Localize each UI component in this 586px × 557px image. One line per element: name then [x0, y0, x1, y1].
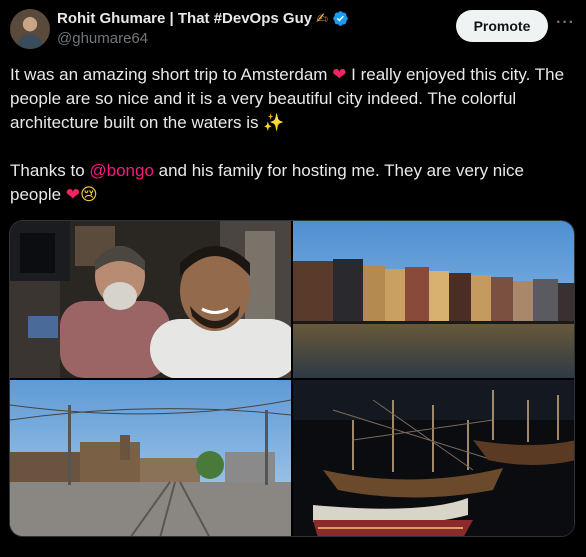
red-heart-emoji: ❤: [65, 185, 81, 205]
author-name-row: Rohit Ghumare | That #DevOps Guy ✍: [57, 10, 349, 27]
tweet-paragraph-1: It was an amazing short trip to Amsterda…: [10, 63, 576, 135]
crying-face-emoji: 😢: [80, 185, 98, 205]
text-segment: It was an amazing short trip to Amsterda…: [10, 65, 333, 84]
more-options-icon[interactable]: ···: [556, 14, 575, 32]
verified-badge-icon: [333, 11, 348, 26]
photo-canal-houses[interactable]: [293, 221, 574, 378]
writing-hand-emoji: ✍: [316, 10, 328, 27]
promote-button[interactable]: Promote: [456, 10, 548, 42]
photo-selfie[interactable]: [10, 221, 291, 378]
photo-tram-street[interactable]: [10, 380, 291, 536]
photo-ship-models[interactable]: [293, 380, 574, 536]
text-segment: Thanks to: [10, 161, 90, 180]
author-handle[interactable]: @ghumare64: [57, 30, 148, 47]
tweet-text: It was an amazing short trip to Amsterda…: [10, 63, 576, 207]
author-display-name[interactable]: Rohit Ghumare | That #DevOps Guy: [57, 10, 312, 27]
mention-link[interactable]: @bongo: [89, 161, 154, 180]
tweet-paragraph-2: Thanks to @bongo and his family for host…: [10, 159, 576, 207]
author-avatar[interactable]: [10, 9, 50, 49]
red-heart-emoji: ❤: [332, 65, 347, 85]
media-grid: [9, 220, 575, 537]
sparkles-emoji: ✨: [263, 113, 285, 133]
